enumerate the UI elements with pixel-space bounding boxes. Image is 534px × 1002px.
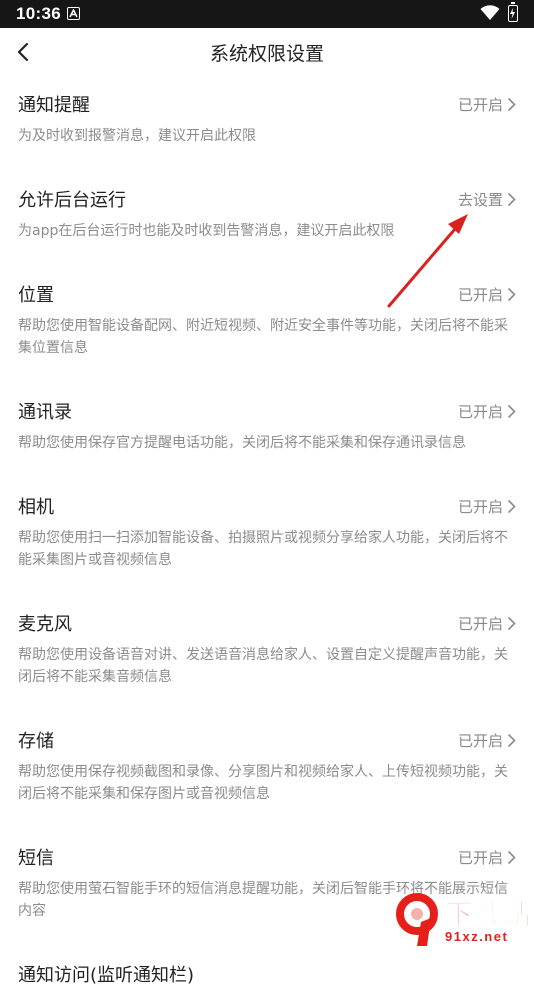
permission-title: 通知访问(监听通知栏) [18,965,195,986]
status-time: 10:36 [16,4,61,23]
chevron-right-icon [507,850,516,864]
permission-status-label: 已开启 [457,848,503,867]
permission-status-label: 已开启 [457,614,503,633]
permission-status[interactable]: 已开启 [458,730,516,751]
permission-status[interactable]: 已开启 [458,94,516,115]
permission-status-label: 去设置 [457,190,503,209]
permission-item-notification-access[interactable]: 通知访问(监听通知栏) [0,946,534,1002]
battery-charging-icon [508,2,518,22]
permission-status[interactable]: 已开启 [458,847,516,868]
chevron-right-icon [507,499,516,513]
permission-title: 通知提醒 [18,95,90,116]
permission-description: 为app在后台运行时也能及时收到告警消息，建议开启此权限 [18,223,395,239]
page-title: 系统权限设置 [209,43,324,65]
a-app-notification-icon [67,7,80,20]
permission-status-label: 已开启 [457,731,503,750]
permission-description: 为及时收到报警消息，建议开启此权限 [18,128,256,144]
chevron-right-icon [507,192,516,206]
watermark: 下载站 91xz.net [389,892,534,950]
watermark-url: 91xz.net [445,929,509,944]
permission-item-microphone[interactable]: 麦克风 已开启 帮助您使用设备语音对讲、发送语音消息给家人、设置自定义提醒声音功… [0,595,534,712]
permission-status-label: 已开启 [457,285,503,304]
permission-title: 存储 [18,731,54,752]
app-bar: 系统权限设置 [0,28,534,76]
chevron-right-icon [507,97,516,111]
status-bar: 10:36 [0,0,534,28]
permission-description: 帮助您使用扫一扫添加智能设备、拍摄照片或视频分享给家人功能，关闭后将不能采集图片… [18,530,508,568]
permission-status-label: 已开启 [457,402,503,421]
permission-status-label: 已开启 [457,497,503,516]
permission-list: 通知提醒 已开启 为及时收到报警消息，建议开启此权限 允许后台运行 去设置 为a… [0,76,534,1002]
permission-status[interactable]: 已开启 [458,401,516,422]
permission-item-contacts[interactable]: 通讯录 已开启 帮助您使用保存官方提醒电话功能，关闭后将不能采集和保存通讯录信息 [0,383,534,478]
permission-title: 位置 [18,285,54,306]
permission-title: 相机 [18,497,54,518]
chevron-right-icon [507,616,516,630]
permission-status-label: 已开启 [457,95,503,114]
permission-item-background-run[interactable]: 允许后台运行 去设置 为app在后台运行时也能及时收到告警消息，建议开启此权限 [0,171,534,266]
permission-description: 帮助您使用智能设备配网、附近短视频、附近安全事件等功能，关闭后将不能采集位置信息 [18,318,508,356]
permission-description: 帮助您使用保存视频截图和录像、分享图片和视频给家人、上传短视频功能，关闭后将不能… [18,764,508,802]
permission-status[interactable]: 已开启 [458,613,516,634]
watermark-text: 下载站 [444,898,533,932]
permission-title: 通讯录 [18,402,72,423]
permission-item-camera[interactable]: 相机 已开启 帮助您使用扫一扫添加智能设备、拍摄照片或视频分享给家人功能，关闭后… [0,478,534,595]
chevron-right-icon [507,287,516,301]
permission-description: 帮助您使用保存官方提醒电话功能，关闭后将不能采集和保存通讯录信息 [18,435,466,451]
permission-description: 帮助您使用设备语音对讲、发送语音消息给家人、设置自定义提醒声音功能，关闭后将不能… [18,647,508,685]
chevron-right-icon [507,733,516,747]
permission-title: 麦克风 [18,614,72,635]
permission-item-storage[interactable]: 存储 已开启 帮助您使用保存视频截图和录像、分享图片和视频给家人、上传短视频功能… [0,712,534,829]
permission-item-notification[interactable]: 通知提醒 已开启 为及时收到报警消息，建议开启此权限 [0,76,534,171]
9-download-site-logo [396,893,438,946]
permission-title: 允许后台运行 [18,190,126,211]
permission-item-location[interactable]: 位置 已开启 帮助您使用智能设备配网、附近短视频、附近安全事件等功能，关闭后将不… [0,266,534,383]
permission-status[interactable]: 已开启 [458,284,516,305]
wifi-icon [480,5,500,26]
permission-title: 短信 [18,848,54,869]
chevron-right-icon [507,404,516,418]
permission-status[interactable]: 去设置 [458,189,516,210]
permission-status[interactable]: 已开启 [458,496,516,517]
